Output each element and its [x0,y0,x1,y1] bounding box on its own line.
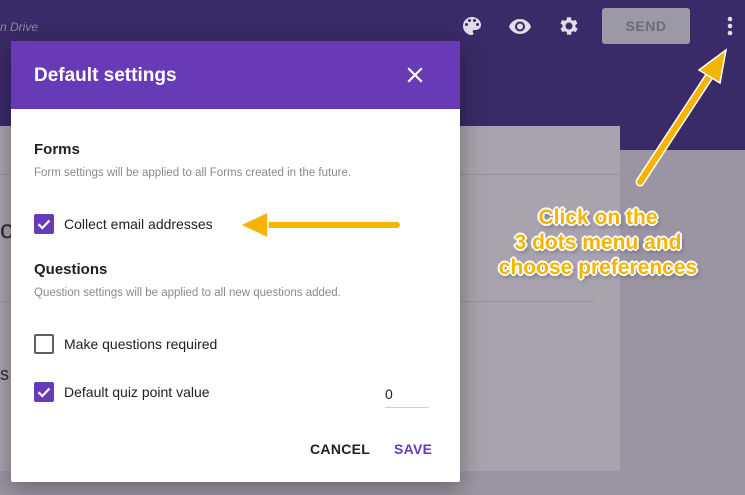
annotation-callout: Click on the 3 dots menu and choose pref… [476,205,720,280]
arrow-to-collect-email [238,210,402,240]
annotation-line: Click on the [538,206,658,229]
annotation-line: 3 dots menu and [514,231,682,254]
arrow-to-more-menu [635,48,728,187]
annotation-line: choose preferences [498,256,698,279]
